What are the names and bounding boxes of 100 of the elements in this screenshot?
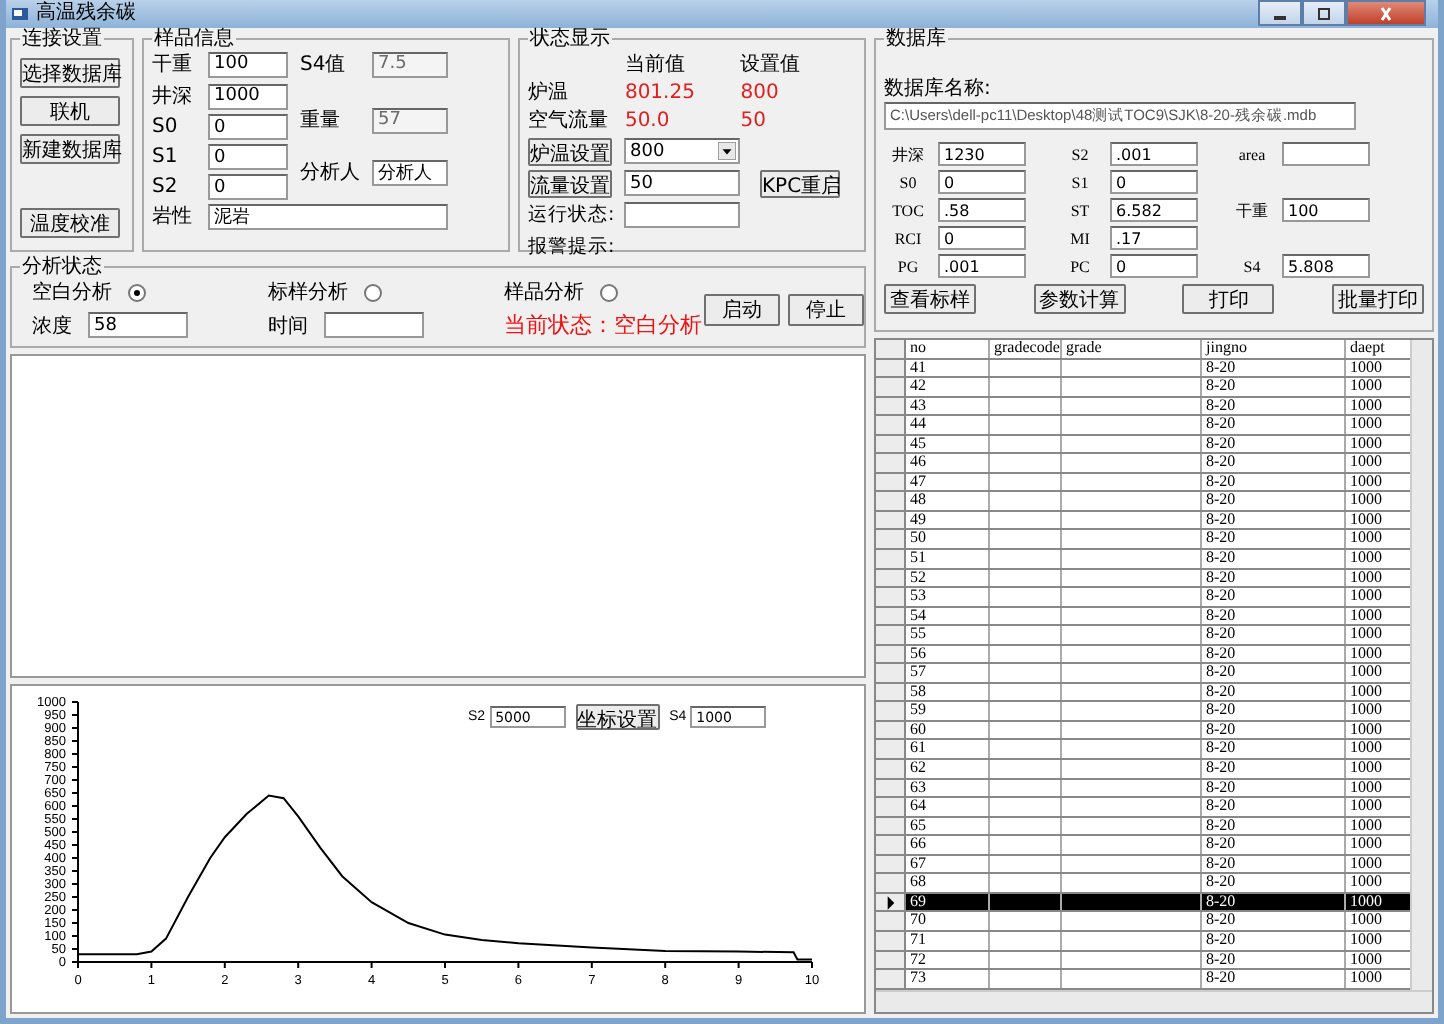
radio-label: 标样分析 <box>268 279 348 306</box>
action-button[interactable]: 新建数据库 <box>20 134 120 164</box>
table-cell-text: 1000 <box>1348 740 1384 759</box>
input-field[interactable]: 0 <box>1110 254 1198 278</box>
input-field[interactable]: 100 <box>208 51 288 77</box>
action-button[interactable]: 选择数据库 <box>20 58 120 88</box>
table-row[interactable]: 43 8-20 1000 <box>876 397 1410 417</box>
field-label: S0 <box>897 173 919 191</box>
input-field[interactable] <box>624 202 740 228</box>
input-field[interactable]: 0 <box>938 170 1026 194</box>
table-row[interactable]: 60 8-20 1000 <box>876 721 1410 741</box>
restart-button[interactable]: KPC重启 <box>760 169 840 197</box>
close-button[interactable] <box>1346 0 1426 26</box>
input-field[interactable]: 分析人 <box>372 159 448 185</box>
field-label: PG <box>895 257 921 275</box>
table-row[interactable]: 49 8-20 1000 <box>876 511 1410 531</box>
column-header: jingno <box>1202 340 1346 358</box>
table-row[interactable]: 51 8-20 1000 <box>876 550 1410 570</box>
input-field[interactable]: 100 <box>1282 198 1370 222</box>
input-field[interactable]: 0 <box>208 144 288 170</box>
table-row[interactable]: 50 8-20 1000 <box>876 530 1410 551</box>
dropdown-arrow-icon[interactable] <box>718 142 736 160</box>
action-button[interactable]: 查看标样 <box>884 284 976 314</box>
table-row[interactable]: 67 8-20 1000 <box>876 855 1410 875</box>
input-field[interactable]: 50 <box>624 170 740 196</box>
radio-button[interactable] <box>600 283 618 301</box>
field-label: MI <box>1068 229 1092 247</box>
horizontal-scrollbar[interactable] <box>876 990 1432 1012</box>
action-button[interactable]: 温度校准 <box>20 208 120 238</box>
input-field[interactable]: .17 <box>1110 226 1198 250</box>
table-cell: 8-20 <box>1202 779 1346 797</box>
input-field[interactable]: 6.582 <box>1110 198 1198 222</box>
input-field[interactable]: 58 <box>88 312 188 338</box>
table-row[interactable]: 64 8-20 1000 <box>876 798 1410 818</box>
input-field[interactable]: 0 <box>938 226 1026 250</box>
table-cell: 45 <box>906 435 990 453</box>
input-field[interactable]: .001 <box>1110 142 1198 166</box>
action-button[interactable]: 启动 <box>704 293 780 325</box>
radio-button[interactable] <box>364 283 382 301</box>
table-row[interactable]: 69 8-20 1000 <box>876 893 1410 913</box>
radio-button[interactable] <box>128 283 146 301</box>
input-field[interactable]: 0 <box>208 114 288 140</box>
table-row[interactable]: 46 8-20 1000 <box>876 454 1410 474</box>
input-field[interactable]: 5.808 <box>1282 254 1370 278</box>
table-row[interactable]: 65 8-20 1000 <box>876 817 1410 837</box>
action-button[interactable]: 批量打印 <box>1331 284 1424 314</box>
table-row[interactable]: 44 8-20 1000 <box>876 416 1410 436</box>
setting-button[interactable]: 炉温设置 <box>528 137 612 165</box>
minimize-button[interactable] <box>1258 0 1302 26</box>
table-row[interactable]: 53 8-20 1000 <box>876 588 1410 608</box>
field-label: 报警提示: <box>528 234 612 260</box>
group-title: 数据库 <box>884 28 948 50</box>
table-row[interactable]: 58 8-20 1000 <box>876 683 1410 703</box>
axis-settings-button[interactable]: 坐标设置 <box>575 704 660 730</box>
action-button[interactable]: 停止 <box>788 293 864 325</box>
table-row[interactable]: 63 8-20 1000 <box>876 779 1410 799</box>
input-field[interactable] <box>1282 142 1370 166</box>
table-cell: 47 <box>906 473 990 491</box>
radio-label: 空白分析 <box>32 279 112 306</box>
field-label: S1 <box>152 146 180 168</box>
table-row[interactable]: 48 8-20 1000 <box>876 492 1410 512</box>
input-field[interactable]: 泥岩 <box>208 204 448 230</box>
table-row[interactable]: 70 8-20 1000 <box>876 912 1410 932</box>
table-row[interactable]: 57 8-20 1000 <box>876 664 1410 684</box>
reading-label: 空气流量 <box>528 107 610 134</box>
radio-label: 样品分析 <box>504 279 584 306</box>
table-row[interactable]: 72 8-20 1000 <box>876 951 1410 971</box>
input-field[interactable]: 1230 <box>938 142 1026 166</box>
input-field[interactable]: 1000 <box>208 83 288 109</box>
input-field[interactable]: .58 <box>938 198 1026 222</box>
input-field[interactable]: 0 <box>208 174 288 200</box>
action-button[interactable]: 参数计算 <box>1033 284 1126 314</box>
table-row[interactable]: 42 8-20 1000 <box>876 378 1410 398</box>
maximize-button[interactable] <box>1302 0 1346 26</box>
table-cell: 58 <box>906 683 990 701</box>
table-row[interactable]: 54 8-20 1000 <box>876 607 1410 627</box>
table-row[interactable]: 45 8-20 1000 <box>876 435 1410 455</box>
table-cell: 8-20 <box>1202 607 1346 625</box>
table-cell: 8-20 <box>1202 721 1346 739</box>
table-row[interactable]: 47 8-20 1000 <box>876 473 1410 493</box>
table-row[interactable]: 61 8-20 1000 <box>876 740 1410 761</box>
table-row[interactable]: 55 8-20 1000 <box>876 626 1410 646</box>
table-row[interactable]: 66 8-20 1000 <box>876 836 1410 856</box>
table-row[interactable]: 56 8-20 1000 <box>876 645 1410 665</box>
setting-button[interactable]: 流量设置 <box>528 169 612 197</box>
dropdown[interactable]: 800 <box>624 138 740 164</box>
table-row[interactable]: 52 8-20 1000 <box>876 569 1410 589</box>
table-cell: 54 <box>906 607 990 625</box>
maximize-icon[interactable] <box>1314 5 1334 21</box>
input-field[interactable] <box>324 312 424 338</box>
close-icon[interactable] <box>1376 5 1396 21</box>
input-field[interactable]: 0 <box>1110 170 1198 194</box>
action-button[interactable]: 打印 <box>1182 284 1275 314</box>
table-row[interactable]: 41 8-20 1000 <box>876 359 1410 379</box>
action-button[interactable]: 联机 <box>20 96 120 126</box>
table-row[interactable]: 59 8-20 1000 <box>876 702 1410 722</box>
table-row[interactable]: 71 8-20 1000 <box>876 931 1410 951</box>
table-row[interactable]: 62 8-20 1000 <box>876 760 1410 780</box>
input-field[interactable]: .001 <box>938 254 1026 278</box>
vertical-scrollbar[interactable] <box>1410 340 1432 990</box>
